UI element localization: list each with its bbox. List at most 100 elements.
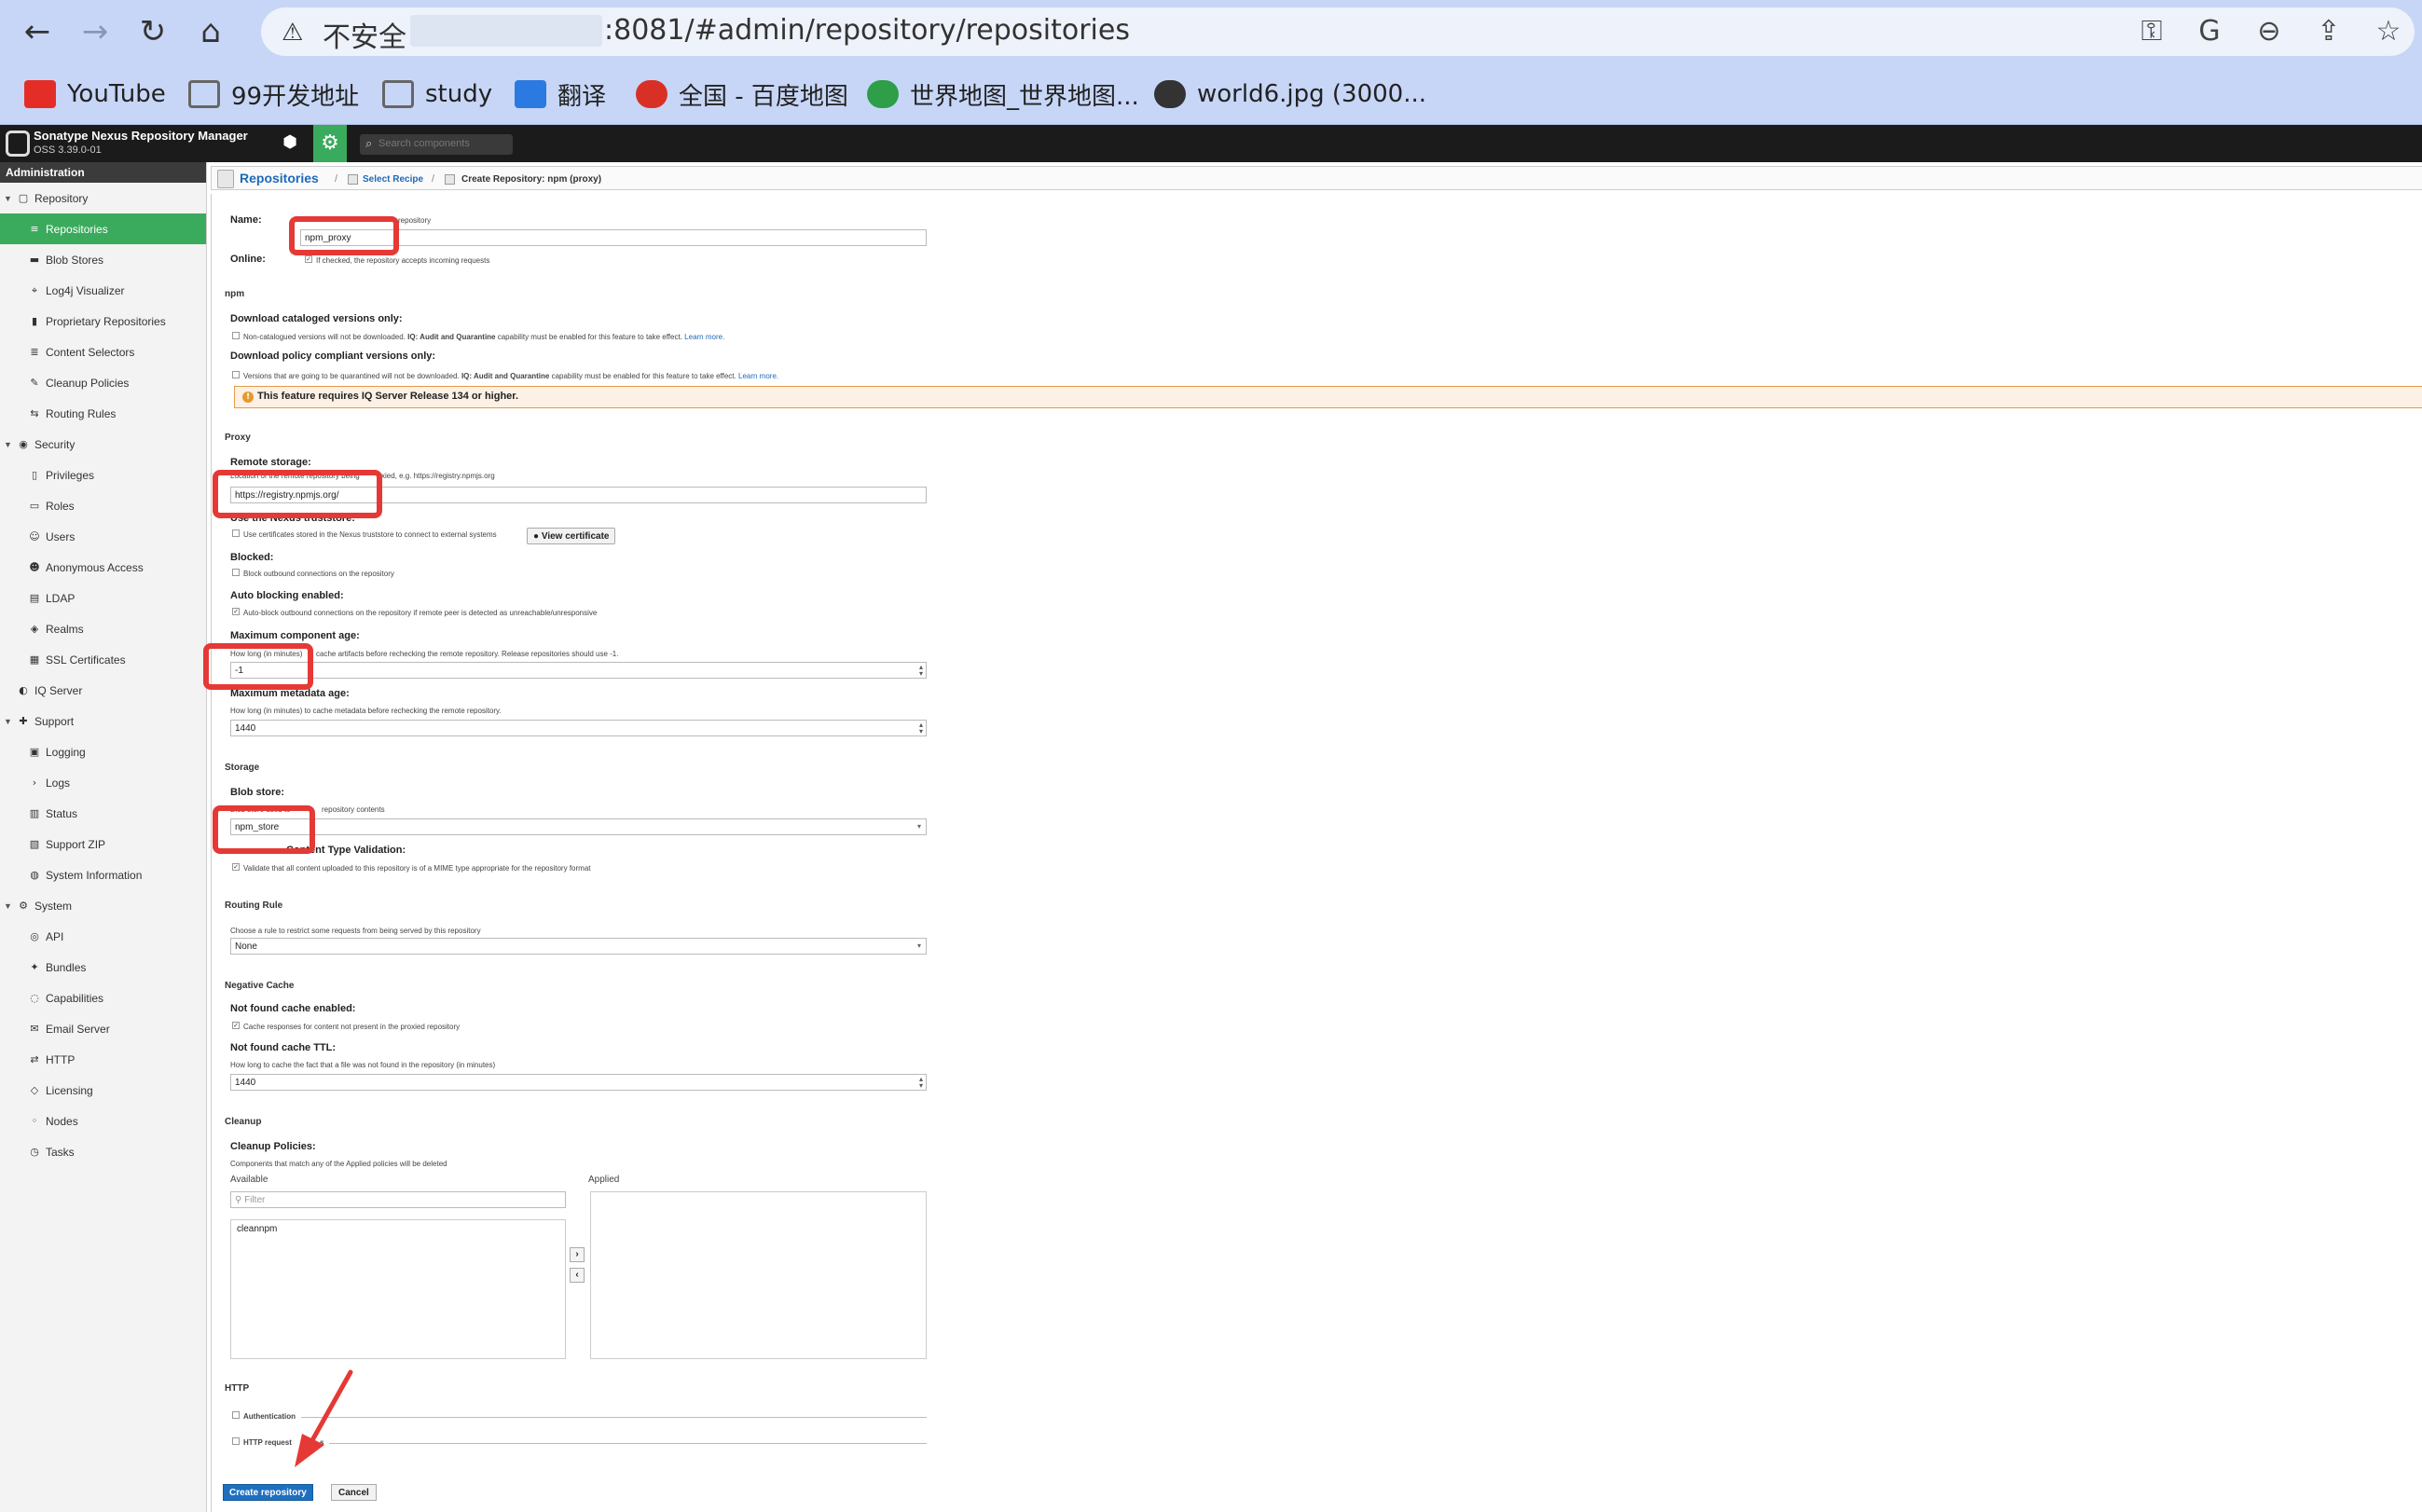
max-meta-hint: How long (in minutes) to cache metadata …: [230, 707, 502, 715]
sidebar-item-repositories[interactable]: ≡ Repositories: [0, 213, 206, 244]
search-components-input[interactable]: Search components: [360, 134, 513, 155]
learn-more-link[interactable]: Learn more.: [738, 372, 778, 380]
move-right-button[interactable]: ›: [570, 1247, 585, 1262]
sidebar-item-proprietary-repositories[interactable]: ▮ Proprietary Repositories: [0, 306, 206, 337]
reload-icon[interactable]: ↻: [134, 13, 172, 50]
auto-block-hint: Auto-block outbound connections on the r…: [243, 609, 598, 617]
sidebar-item-status[interactable]: ▥ Status: [0, 798, 206, 829]
bookmark-folder-study[interactable]: study: [382, 76, 492, 112]
sidebar-item-api[interactable]: ◎ API: [0, 921, 206, 952]
bookmark-label: 翻译: [557, 82, 607, 111]
bookmark-world6[interactable]: world6.jpg (3000...: [1154, 76, 1426, 112]
list-item[interactable]: cleannpm: [237, 1224, 277, 1234]
breadcrumb-repositories[interactable]: Repositories: [240, 171, 319, 186]
max-component-age-input[interactable]: -1 ▴ ▾: [230, 662, 927, 679]
cancel-button[interactable]: Cancel: [331, 1484, 377, 1501]
url-security-label[interactable]: 不安全: [323, 14, 406, 55]
sidebar-item-system[interactable]: ▼ ⚙ System: [0, 890, 206, 921]
download-catalog-checkbox[interactable]: [232, 332, 240, 339]
sidebar-item-support-zip[interactable]: ▧ Support ZIP: [0, 829, 206, 859]
sidebar-item-log4j-visualizer[interactable]: ⌖ Log4j Visualizer: [0, 275, 206, 306]
sidebar-item-licensing[interactable]: ◇ Licensing: [0, 1075, 206, 1106]
sidebar-item-roles[interactable]: ▭ Roles: [0, 490, 206, 521]
http-request-checkbox[interactable]: [232, 1437, 240, 1445]
sidebar-item-content-selectors[interactable]: ≣ Content Selectors: [0, 337, 206, 367]
bookmark-folder-99[interactable]: 99开发地址: [188, 76, 359, 112]
sidebar-item-routing-rules[interactable]: ⇆ Routing Rules: [0, 398, 206, 429]
create-repository-form: Name: repository npm_proxy Online: ✓ If …: [211, 194, 2422, 1512]
caret-down-icon[interactable]: ▼: [4, 717, 12, 726]
sidebar-item-cleanup-policies[interactable]: ✎ Cleanup Policies: [0, 367, 206, 398]
sidebar-item-http[interactable]: ⇄ HTTP: [0, 1044, 206, 1075]
routing-rule-select[interactable]: None ▾: [230, 938, 927, 955]
sidebar-item-privileges[interactable]: ▯ Privileges: [0, 460, 206, 490]
sidebar-item-ssl-certificates[interactable]: ▦ SSL Certificates: [0, 644, 206, 675]
spinner-icon[interactable]: ▴ ▾: [919, 1076, 923, 1090]
sidebar-item-support[interactable]: ▼ ✚ Support: [0, 706, 206, 736]
warning-icon[interactable]: ⚠: [282, 19, 303, 47]
applied-policies-list[interactable]: [590, 1191, 927, 1359]
key-icon[interactable]: ⚿: [2133, 15, 2170, 48]
strict-content-checkbox[interactable]: ✓: [232, 863, 240, 871]
sidebar-item-tasks[interactable]: ◷ Tasks: [0, 1136, 206, 1167]
nf-cache-ttl-input[interactable]: 1440 ▴ ▾: [230, 1074, 927, 1091]
breadcrumb-select-recipe[interactable]: Select Recipe: [363, 174, 423, 185]
online-checkbox[interactable]: ✓: [305, 255, 312, 263]
caret-down-icon[interactable]: ▼: [4, 194, 12, 203]
sidebar-item-iq-server[interactable]: ◐ IQ Server: [0, 675, 206, 706]
auto-block-checkbox[interactable]: ✓: [232, 608, 240, 615]
sidebar-item-label: Email Server: [46, 1022, 110, 1036]
max-metadata-age-input[interactable]: 1440 ▴ ▾: [230, 720, 927, 736]
forward-icon[interactable]: →: [76, 13, 114, 50]
create-repository-button[interactable]: Create repository: [223, 1484, 313, 1501]
download-policy-checkbox[interactable]: [232, 371, 240, 378]
bookmark-star-icon[interactable]: ☆: [2370, 15, 2407, 48]
download-catalog-label: Download cataloged versions only:: [230, 313, 403, 324]
bookmark-translate[interactable]: 翻译: [515, 76, 606, 112]
sidebar-item-security[interactable]: ▼ ◉ Security: [0, 429, 206, 460]
sidebar-item-nodes[interactable]: ◦ Nodes: [0, 1106, 206, 1136]
sidebar-item-email-server[interactable]: ✉ Email Server: [0, 1013, 206, 1044]
blocked-checkbox[interactable]: [232, 569, 240, 576]
home-icon[interactable]: ⌂: [192, 13, 229, 50]
browse-cube-icon[interactable]: ⬢: [278, 132, 302, 155]
url-text[interactable]: :8081/#admin/repository/repositories: [604, 14, 1130, 47]
share-icon[interactable]: ⇪: [2310, 15, 2347, 48]
sidebar-item-realms[interactable]: ◈ Realms: [0, 613, 206, 644]
move-left-button[interactable]: ‹: [570, 1268, 585, 1283]
sidebar-item-ldap[interactable]: ▤ LDAP: [0, 583, 206, 613]
authentication-checkbox[interactable]: [232, 1411, 240, 1419]
sidebar-item-system-information[interactable]: ◍ System Information: [0, 859, 206, 890]
back-icon[interactable]: ←: [19, 13, 56, 50]
sidebar-item-logging[interactable]: ▣ Logging: [0, 736, 206, 767]
filter-input[interactable]: ⚲ Filter: [230, 1191, 566, 1208]
sidebar-item-capabilities[interactable]: ◌ Capabilities: [0, 983, 206, 1013]
sidebar-item-users[interactable]: ☺ Users: [0, 521, 206, 552]
blob-store-select[interactable]: npm_store ▾: [230, 818, 927, 835]
spinner-icon[interactable]: ▴ ▾: [919, 722, 923, 735]
admin-gear-icon[interactable]: ⚙: [313, 125, 347, 162]
bookmark-baidu-map[interactable]: 全国 - 百度地图: [636, 76, 848, 112]
sidebar-item-logs[interactable]: › Logs: [0, 767, 206, 798]
view-certificate-button[interactable]: ● View certificate: [527, 528, 616, 544]
bookmark-youtube[interactable]: YouTube: [24, 76, 166, 112]
zoom-icon[interactable]: ⊖: [2250, 15, 2288, 48]
learn-more-link[interactable]: Learn more.: [684, 333, 724, 341]
caret-down-icon[interactable]: ▼: [4, 440, 12, 449]
caret-down-icon[interactable]: ▼: [4, 901, 12, 911]
applied-label: Applied: [588, 1175, 620, 1185]
bookmark-world-map[interactable]: 世界地图_世界地图...: [867, 76, 1139, 112]
sidebar-item-anonymous-access[interactable]: ☻ Anonymous Access: [0, 552, 206, 583]
annotation-highlight-name: [289, 216, 399, 255]
globe-icon: [1154, 80, 1186, 108]
sidebar-item-blob-stores[interactable]: ▬ Blob Stores: [0, 244, 206, 275]
nf-cache-enabled-checkbox[interactable]: ✓: [232, 1022, 240, 1029]
spinner-icon[interactable]: ▴ ▾: [919, 664, 923, 678]
sidebar-item-repository[interactable]: ▼ ▢ Repository: [0, 183, 206, 213]
download-policy-hint: Versions that are going to be quarantine…: [243, 372, 779, 380]
translate-icon[interactable]: G: [2191, 15, 2228, 48]
sidebar-item-bundles[interactable]: ✦ Bundles: [0, 952, 206, 983]
online-hint: If checked, the repository accepts incom…: [316, 256, 490, 265]
truststore-checkbox[interactable]: [232, 529, 240, 537]
available-policies-list[interactable]: cleannpm: [230, 1219, 566, 1359]
